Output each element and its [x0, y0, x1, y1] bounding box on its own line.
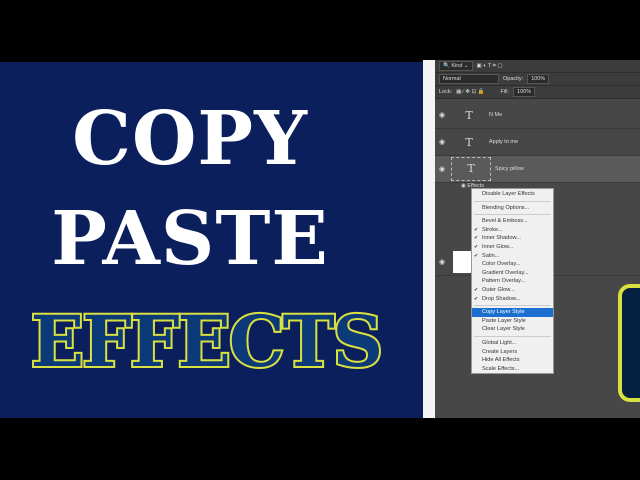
fill-label: Fill: — [500, 89, 510, 95]
fill-input[interactable]: 100% — [513, 87, 536, 97]
layer-name: N Me — [489, 112, 503, 118]
lock-label: Lock: — [439, 89, 453, 95]
layer-row[interactable]: ◉ T Apply to me — [435, 129, 640, 156]
eye-icon[interactable]: ◉ — [435, 165, 449, 173]
text-layer-icon: T — [451, 157, 491, 181]
opacity-input[interactable]: 100% — [527, 74, 550, 84]
menu-separator — [474, 200, 551, 202]
thumbnail-title-panel: COPY PASTE EFFECTS — [0, 62, 423, 418]
filter-icons[interactable]: ▣ ◐ T ⌗ ▢ — [477, 63, 503, 70]
menu-item-blending-options[interactable]: Blending Options... — [472, 204, 553, 213]
filter-kind-select[interactable]: 🔍 Kind ⌄ — [439, 61, 473, 71]
menu-item-gradient-overlay[interactable]: Gradient Overlay... — [472, 269, 553, 278]
menu-separator — [474, 305, 551, 307]
menu-item-inner-shadow[interactable]: Inner Shadow... — [472, 234, 553, 243]
menu-item-stroke[interactable]: Stroke... — [472, 226, 553, 235]
menu-item-copy-layer-style[interactable]: Copy Layer Style — [472, 308, 553, 317]
menu-separator — [474, 335, 551, 337]
menu-item-satin[interactable]: Satin... — [472, 252, 553, 261]
menu-item-drop-shadow[interactable]: Drop Shadow... — [472, 295, 553, 304]
eye-icon[interactable]: ◉ — [435, 111, 449, 119]
lock-bar: Lock: ▦ ∕ ✥ ⊡ 🔒 Fill: 100% — [435, 86, 640, 99]
filter-kind-label: Kind — [451, 63, 463, 69]
layer-row[interactable]: ◉ T N Me — [435, 102, 640, 129]
text-layer-icon: T — [465, 108, 473, 122]
menu-item-bevel-emboss[interactable]: Bevel & Emboss... — [472, 217, 553, 226]
title-copy: COPY — [72, 96, 308, 182]
opacity-label: Opacity: — [503, 76, 524, 82]
lock-icons[interactable]: ▦ ∕ ✥ ⊡ 🔒 — [456, 89, 484, 95]
canvas-preview-shape — [618, 284, 640, 402]
eye-icon[interactable]: ◉ — [435, 138, 449, 146]
menu-item-scale-effects[interactable]: Scale Effects... — [472, 365, 553, 374]
layer-row-selected[interactable]: ◉ T Spicy pillow — [435, 156, 640, 183]
menu-item-pattern-overlay[interactable]: Pattern Overlay... — [472, 277, 553, 286]
menu-item-inner-glow[interactable]: Inner Glow... — [472, 243, 553, 252]
blend-bar: Normal Opacity: 100% — [435, 73, 640, 86]
layers-panel: 🔍 Kind ⌄ ▣ ◐ T ⌗ ▢ Normal Opacity: 100% … — [435, 60, 640, 418]
layer-name: Apply to me — [489, 139, 519, 145]
canvas-edge — [423, 60, 435, 418]
menu-item-global-light[interactable]: Global Light... — [472, 339, 553, 348]
menu-item-hide-all-effects[interactable]: Hide All Effects — [472, 356, 553, 365]
eye-icon[interactable]: ◉ — [435, 258, 449, 266]
menu-item-paste-layer-style[interactable]: Paste Layer Style — [472, 317, 553, 326]
menu-item-color-overlay[interactable]: Color Overlay... — [472, 260, 553, 269]
filter-bar: 🔍 Kind ⌄ ▣ ◐ T ⌗ ▢ — [435, 60, 640, 73]
menu-item-outer-glow[interactable]: Outer Glow... — [472, 286, 553, 295]
text-layer-icon: T — [465, 135, 473, 149]
menu-item-clear-layer-style[interactable]: Clear Layer Style — [472, 325, 553, 334]
layer-name: Spicy pillow — [495, 166, 524, 172]
title-effects: EFFECTS — [29, 298, 385, 385]
blend-mode-select[interactable]: Normal — [439, 74, 499, 84]
title-paste: PASTE — [51, 196, 329, 282]
menu-item-create-layers[interactable]: Create Layers — [472, 348, 553, 357]
menu-separator — [474, 214, 551, 216]
layer-style-context-menu: Disable Layer Effects Blending Options...… — [471, 188, 554, 374]
menu-item-disable-layer-effects[interactable]: Disable Layer Effects — [472, 190, 553, 199]
